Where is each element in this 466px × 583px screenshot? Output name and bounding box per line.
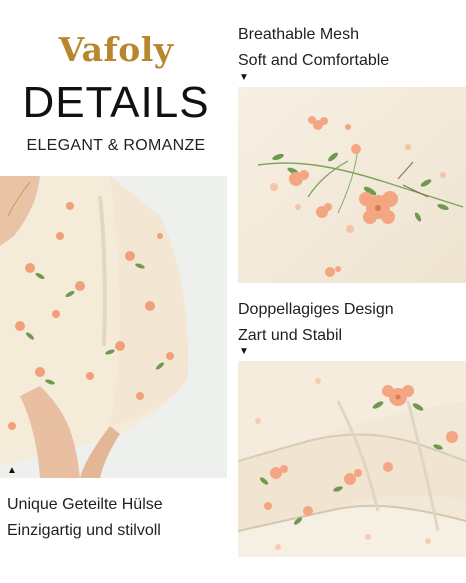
arrow-down-icon: ▼ <box>239 346 249 357</box>
arrow-up-icon: ▲ <box>7 465 17 476</box>
page-title: DETAILS <box>22 78 210 127</box>
page-subtitle: ELEGANT & ROMANZE <box>26 137 206 154</box>
model-sleeve-image <box>0 176 227 478</box>
fabric-layers-photo <box>238 361 466 557</box>
caption-line: Doppellagiges Design <box>238 301 394 318</box>
caption-line: Zart und Stabil <box>238 327 343 344</box>
caption-line: Soft and Comfortable <box>238 52 390 69</box>
caption-line: Einzigartig und stilvoll <box>7 522 161 539</box>
model-sleeve-photo <box>0 176 227 478</box>
fabric-layers-image <box>238 361 466 557</box>
caption-split-sleeve: Unique Geteilte Hülse Einzigartig und st… <box>7 492 163 544</box>
fabric-mesh-image <box>238 87 466 283</box>
caption-double-layer: Doppellagiges Design Zart und Stabil <box>238 297 394 349</box>
caption-line: Breathable Mesh <box>238 26 359 43</box>
caption-line: Unique Geteilte Hülse <box>7 496 163 513</box>
fabric-mesh-photo <box>238 87 466 283</box>
brand-logo: Vafoly <box>58 30 174 69</box>
arrow-down-icon: ▼ <box>239 72 249 83</box>
caption-breathable-mesh: Breathable Mesh Soft and Comfortable <box>238 22 389 74</box>
